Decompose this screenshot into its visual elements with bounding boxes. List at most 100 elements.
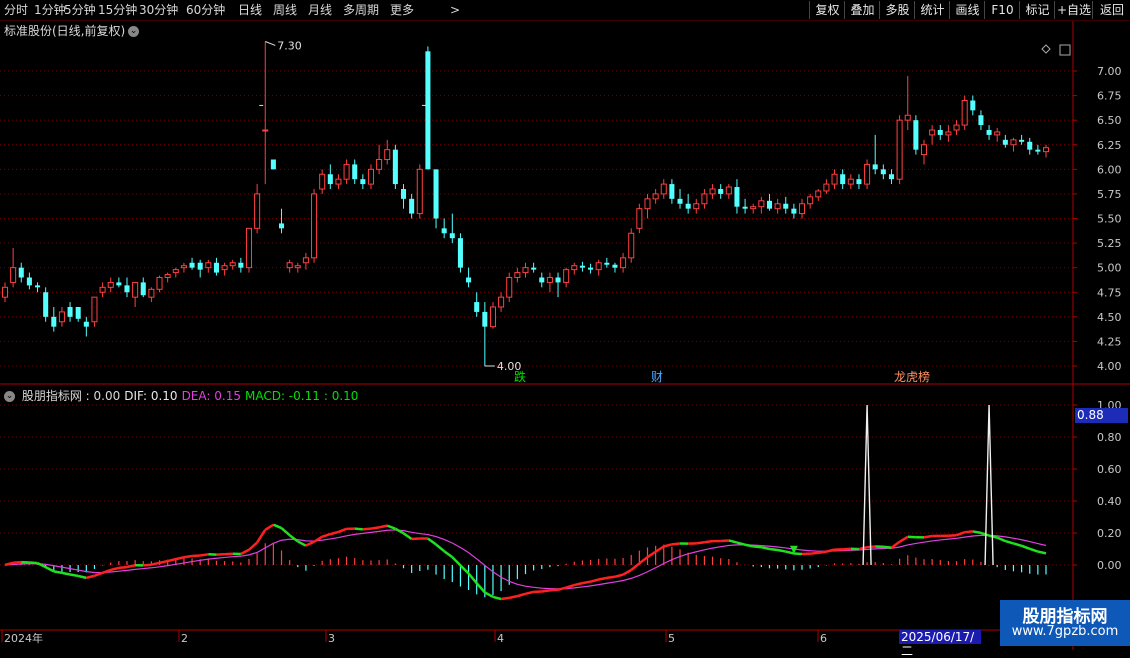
toolbar-button-1[interactable]: 叠加 (844, 1, 880, 19)
candle-body (556, 278, 561, 283)
dif-line-segment (558, 588, 566, 590)
stock-chart[interactable]: 7.006.756.506.256.005.755.505.255.004.75… (0, 21, 1130, 650)
candle-body (1019, 140, 1024, 142)
period-tab-3[interactable]: 15分钟 (98, 2, 137, 18)
candle-body (726, 187, 731, 194)
candle-body (653, 194, 658, 199)
toolbar-button-8[interactable]: 返回 (1092, 1, 1130, 19)
period-tab-5[interactable]: 60分钟 (186, 2, 225, 18)
candle-body (255, 194, 260, 228)
dif-line-segment (322, 534, 330, 537)
candle-body (11, 268, 16, 283)
dif-line-segment (997, 538, 1005, 541)
toolbar-button-4[interactable]: 画线 (949, 1, 985, 19)
stock-title: 标准股份(日线,前复权) (4, 24, 125, 38)
toolbar-button-7[interactable]: +自选 (1054, 1, 1093, 19)
candle-body (799, 204, 804, 214)
dif-line-segment (753, 546, 761, 547)
dif-line-segment (460, 565, 468, 573)
candle-body (840, 174, 845, 184)
dif-line-segment (623, 570, 631, 575)
candle-body (450, 233, 455, 238)
toolbar-button-6[interactable]: 标记 (1019, 1, 1055, 19)
dif-line-segment (1030, 549, 1038, 552)
candle-body (832, 174, 837, 184)
chevron-down-icon[interactable]: ⌄ (4, 391, 15, 402)
dif-line-segment (769, 549, 777, 550)
panel-options-icon (1060, 45, 1070, 55)
candle-body (59, 312, 64, 322)
dif-line-segment (509, 596, 517, 598)
price-tick-label: 4.75 (1097, 286, 1122, 299)
dif-line-segment (517, 594, 525, 596)
candle-body (279, 223, 284, 228)
candle-body (230, 263, 235, 266)
dif-line-segment (265, 525, 273, 530)
candle-body (873, 164, 878, 169)
period-tab-7[interactable]: 周线 (273, 2, 297, 18)
price-tick-label: 5.50 (1097, 213, 1122, 226)
period-tab-8[interactable]: 月线 (308, 2, 332, 18)
price-tick-label: 5.00 (1097, 262, 1122, 275)
dif-line-segment (639, 557, 647, 563)
toolbar-button-2[interactable]: 多股 (879, 1, 915, 19)
dif-line-segment (200, 554, 208, 555)
candle-body (133, 282, 138, 297)
candle-body (165, 275, 170, 278)
more-arrow-icon[interactable]: > (450, 2, 460, 18)
dif-line-segment (672, 543, 680, 544)
candle-body (612, 265, 617, 268)
dif-line-segment (957, 532, 965, 535)
candle-body (507, 278, 512, 298)
candle-body (572, 266, 577, 270)
candle-body (271, 160, 276, 170)
toolbar-button-0[interactable]: 复权 (809, 1, 845, 19)
candle-body (35, 285, 40, 287)
dif-line-segment (436, 545, 444, 552)
high-pointer (265, 42, 275, 46)
event-marker-1: 财 (651, 370, 663, 384)
candle-body (190, 263, 195, 268)
candle-body (385, 150, 390, 160)
candle-body (962, 101, 967, 126)
candle-body (287, 263, 292, 268)
candle-body (401, 189, 406, 199)
period-tab-6[interactable]: 日线 (238, 2, 262, 18)
candle-body (718, 189, 723, 194)
dif-line-segment (948, 535, 956, 536)
candle-body (816, 191, 821, 197)
dif-line-segment (786, 552, 794, 554)
candle-body (352, 164, 357, 179)
period-tab-1[interactable]: 1分钟 (34, 2, 66, 18)
dif-line-segment (574, 583, 582, 585)
candle-body (68, 307, 73, 317)
candle-body (393, 150, 398, 184)
chevron-down-icon[interactable]: ⌄ (128, 26, 139, 37)
dif-line-segment (387, 526, 395, 529)
candle-body (515, 273, 520, 278)
dif-line-segment (1022, 546, 1030, 549)
period-tab-10[interactable]: 更多 (390, 2, 414, 18)
period-tab-9[interactable]: 多周期 (343, 2, 379, 18)
period-tab-2[interactable]: 5分钟 (64, 2, 96, 18)
dif-line-segment (900, 537, 908, 542)
candle-body (621, 258, 626, 268)
candle-body (417, 169, 422, 213)
dif-line-segment (176, 557, 184, 559)
dif-line-segment (143, 565, 151, 566)
period-tab-0[interactable]: 分时 (4, 2, 28, 18)
candle-body (173, 270, 178, 273)
dif-line-segment (330, 532, 338, 534)
candle-body (938, 130, 943, 135)
indicator-value-1: DIF: 0.10 (124, 389, 177, 403)
period-tab-4[interactable]: 30分钟 (139, 2, 178, 18)
candle-body (377, 160, 382, 170)
candle-body (116, 282, 121, 285)
candle-body (661, 184, 666, 194)
candle-body (100, 287, 105, 292)
toolbar-button-5[interactable]: F10 (984, 1, 1020, 19)
dif-line-segment (542, 590, 550, 591)
candle-body (978, 115, 983, 125)
toolbar-button-3[interactable]: 统计 (914, 1, 950, 19)
candle-body (425, 51, 430, 169)
